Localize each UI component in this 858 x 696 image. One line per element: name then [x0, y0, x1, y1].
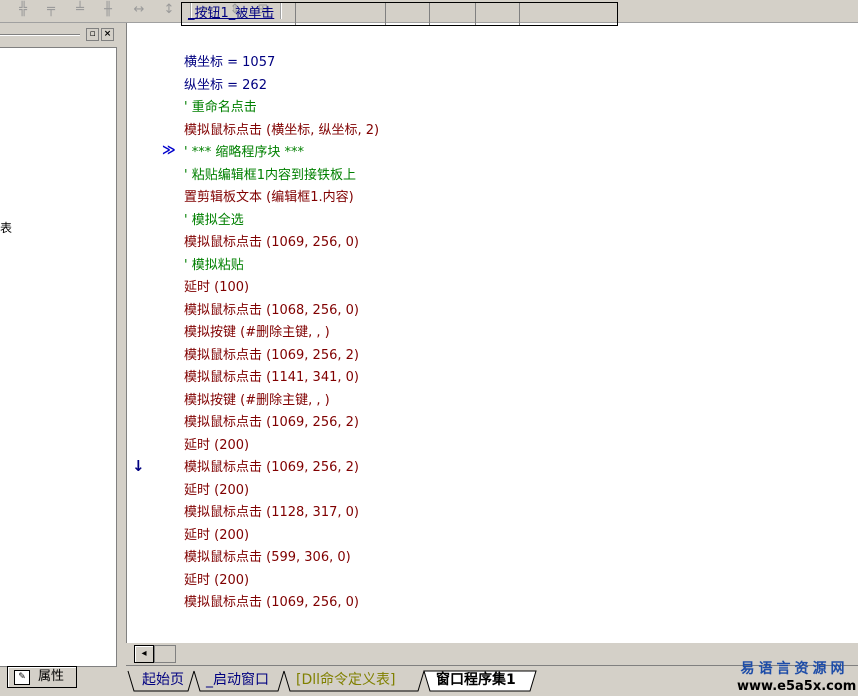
panel-header: ▫ × [0, 25, 118, 43]
editor-gutter[interactable] [126, 23, 155, 643]
code-line[interactable]: 延时 (200) [184, 570, 249, 592]
properties-icon: ✎ [14, 670, 30, 685]
code-line[interactable]: 模拟鼠标点击 (1069, 256, 0) [184, 592, 359, 614]
code-comment-line[interactable]: ' 模拟全选 [184, 210, 244, 232]
align-left-icon[interactable]: ╬ [14, 1, 32, 19]
watermark-title: 易语言资源网 [740, 661, 849, 677]
restore-button[interactable]: ▫ [86, 28, 99, 41]
table-cell[interactable] [430, 3, 476, 25]
space-horizontal-icon[interactable]: ↔ [130, 1, 148, 19]
align-top-icon[interactable]: ╧ [71, 1, 89, 19]
code-line[interactable]: 延时 (200) [184, 480, 249, 502]
code-line[interactable]: 模拟鼠标点击 (1069, 256, 0) [184, 232, 359, 254]
code-line[interactable]: 纵坐标 = 262 [184, 75, 267, 97]
table-cell[interactable] [520, 3, 617, 25]
code-comment-line[interactable]: ' *** 缩略程序块 *** [184, 142, 304, 164]
tab-startup-window[interactable]: _启动窗口 [200, 670, 275, 690]
code-comment-line[interactable]: ' 粘贴编辑框1内容到接铁板上 [184, 165, 356, 187]
panel-grip[interactable] [0, 34, 80, 36]
code-line[interactable]: 模拟鼠标点击 (599, 306, 0) [184, 547, 351, 569]
table-cell-subroutine-name[interactable]: _按钮1_被单击 [182, 3, 296, 25]
code-line[interactable]: 模拟鼠标点击 (1069, 256, 2) [184, 345, 359, 367]
site-watermark: 易语言资源网 www.e5a5x.com [737, 658, 857, 694]
align-center-icon[interactable]: ╤ [42, 1, 60, 19]
code-line[interactable]: 模拟鼠标点击 (1069, 256, 2) [184, 457, 359, 479]
scroll-track[interactable] [154, 645, 176, 663]
space-vertical-icon[interactable]: ↕ [160, 1, 178, 19]
close-button[interactable]: × [101, 28, 114, 41]
code-line[interactable]: 延时 (100) [184, 277, 249, 299]
tab-properties[interactable]: ✎ 属性 [7, 666, 77, 688]
current-line-arrow-icon: ↓ [132, 457, 145, 475]
left-panel: ▫ × 表 [0, 23, 121, 667]
code-line[interactable]: 延时 (200) [184, 525, 249, 547]
code-comment-line[interactable]: ' 重命名点击 [184, 97, 257, 119]
tab-window-assembly[interactable]: 窗口程序集1 [430, 670, 522, 690]
code-line[interactable]: 模拟鼠标点击 (横坐标, 纵坐标, 2) [184, 120, 379, 142]
code-line[interactable]: 模拟鼠标点击 (1128, 317, 0) [184, 502, 359, 524]
code-line[interactable]: 模拟鼠标点击 (1069, 256, 2) [184, 412, 359, 434]
table-cell[interactable] [476, 3, 520, 25]
panel-tree[interactable]: 表 [0, 47, 117, 667]
tree-item-fragment[interactable]: 表 [0, 219, 12, 236]
scroll-left-button[interactable]: ◂ [134, 645, 154, 663]
code-line[interactable]: 延时 (200) [184, 435, 249, 457]
table-cell[interactable] [386, 3, 430, 25]
code-comment-line[interactable]: ' 模拟粘贴 [184, 255, 244, 277]
tab-start-page[interactable]: 起始页 [136, 670, 190, 690]
align-middle-icon[interactable]: ╫ [99, 1, 117, 19]
tab-dll-commands[interactable]: [Dll命令定义表] [290, 670, 401, 690]
code-line[interactable]: 模拟鼠标点击 (1068, 256, 0) [184, 300, 359, 322]
subroutine-table-header[interactable]: _按钮1_被单击 [181, 2, 618, 26]
tab-properties-label: 属性 [38, 669, 65, 684]
code-line[interactable]: 模拟按键 (#删除主键, , ) [184, 390, 330, 412]
collapsed-block-icon[interactable]: ≫ [162, 143, 176, 158]
code-line[interactable]: 模拟鼠标点击 (1141, 341, 0) [184, 367, 359, 389]
code-line[interactable]: 模拟按键 (#删除主键, , ) [184, 322, 330, 344]
code-line[interactable]: 置剪辑板文本 (编辑框1.内容) [184, 187, 354, 209]
watermark-url: www.e5a5x.com [737, 679, 857, 694]
code-line[interactable]: 横坐标 = 1057 [184, 52, 275, 74]
table-cell[interactable] [296, 3, 386, 25]
